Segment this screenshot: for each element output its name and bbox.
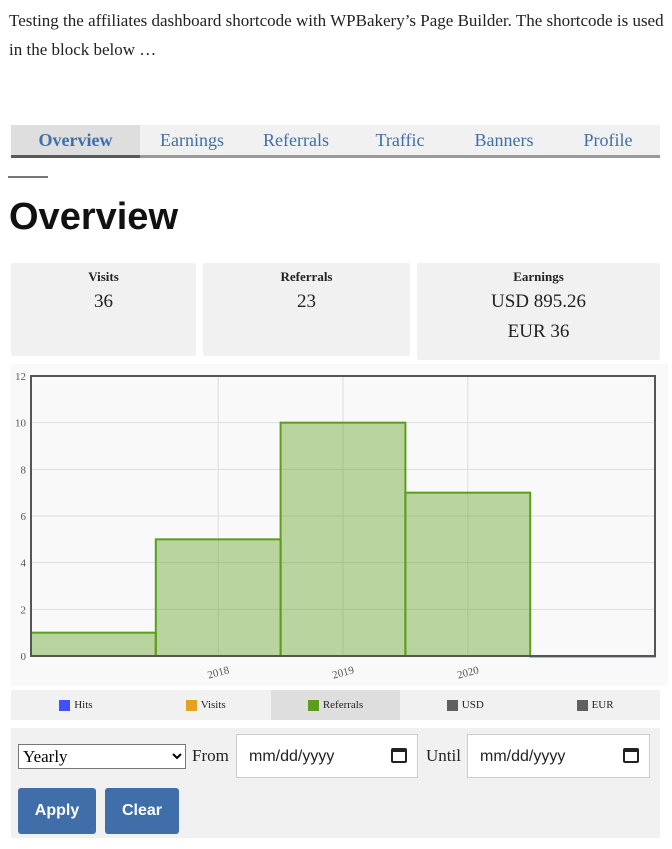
from-placeholder: mm/dd/yyyy [249,748,335,765]
legend-eur[interactable]: EUR [530,690,660,720]
bar [279,421,407,657]
tab-traffic[interactable]: Traffic [348,125,452,155]
y-tick-label: 10 [15,418,27,430]
bar [30,631,157,657]
x-tick-label: 2018 [206,664,231,681]
y-tick-label: 8 [21,464,27,476]
legend-visits-label: Visits [200,699,226,711]
bar [154,538,282,657]
visits-label: Visits [88,269,119,284]
until-placeholder: mm/dd/yyyy [480,748,566,765]
tab-referrals[interactable]: Referrals [244,125,348,155]
tab-profile[interactable]: Profile [556,125,660,155]
visits-value: 36 [94,291,113,312]
from-label: From [192,746,229,765]
earnings-eur: EUR 36 [507,321,570,342]
legend-referrals-label: Referrals [322,699,364,711]
x-tick-label: 2019 [331,664,356,681]
eur-swatch [576,699,588,711]
usd-swatch [446,699,458,711]
earnings-usd: USD 895.26 [490,291,586,312]
legend-eur-label: EUR [591,699,614,711]
y-tick-label: 6 [21,511,27,523]
calendar-icon[interactable] [623,748,639,763]
page-title: Overview [9,196,178,238]
apply-button[interactable]: Apply [18,788,96,834]
y-tick-label: 12 [15,371,26,383]
tab-bar: Overview Earnings Referrals Traffic Bann… [11,125,660,158]
y-tick-label: 0 [21,651,27,663]
y-tick-label: 2 [21,604,27,616]
referrals-value: 23 [297,291,316,312]
legend-hits-label: Hits [74,699,93,711]
until-label: Until [426,746,461,765]
period-select[interactable]: Yearly [18,744,186,769]
visits-swatch [185,699,197,711]
bar [404,491,532,657]
from-date-input[interactable]: mm/dd/yyyy [236,734,418,778]
earnings-card: Earnings USD 895.26 EUR 36 [417,263,660,360]
legend-hits[interactable]: Hits [11,690,141,720]
legend-referrals[interactable]: Referrals [270,690,401,720]
tab-overview[interactable]: Overview [11,125,140,158]
x-tick-label: 2020 [456,664,481,681]
referrals-swatch [307,699,319,711]
clear-button[interactable]: Clear [105,788,179,834]
referrals-label: Referrals [280,269,333,284]
y-tick-label: 4 [21,558,27,570]
until-date-input[interactable]: mm/dd/yyyy [467,734,650,778]
referrals-chart: 0 2 4 6 8 10 12 2018 2019 2020 [15,371,657,682]
legend-usd-label: USD [461,699,484,711]
divider [8,176,48,178]
tab-earnings[interactable]: Earnings [140,125,244,155]
date-filter: Yearly From mm/dd/yyyy Until mm/dd/yyyy … [11,728,660,838]
earnings-label: Earnings [513,269,564,284]
legend-usd[interactable]: USD [400,690,530,720]
visits-card: Visits 36 [11,263,196,356]
chart-legend: Hits Visits Referrals USD EUR [11,690,660,720]
intro-text: Testing the affiliates dashboard shortco… [9,11,664,59]
tab-banners[interactable]: Banners [452,125,556,155]
chart-container: 0 2 4 6 8 10 12 2018 2019 2020 [11,364,668,686]
calendar-icon[interactable] [391,748,407,763]
hits-swatch [59,699,71,711]
referrals-card: Referrals 23 [203,263,410,356]
legend-visits[interactable]: Visits [141,690,271,720]
